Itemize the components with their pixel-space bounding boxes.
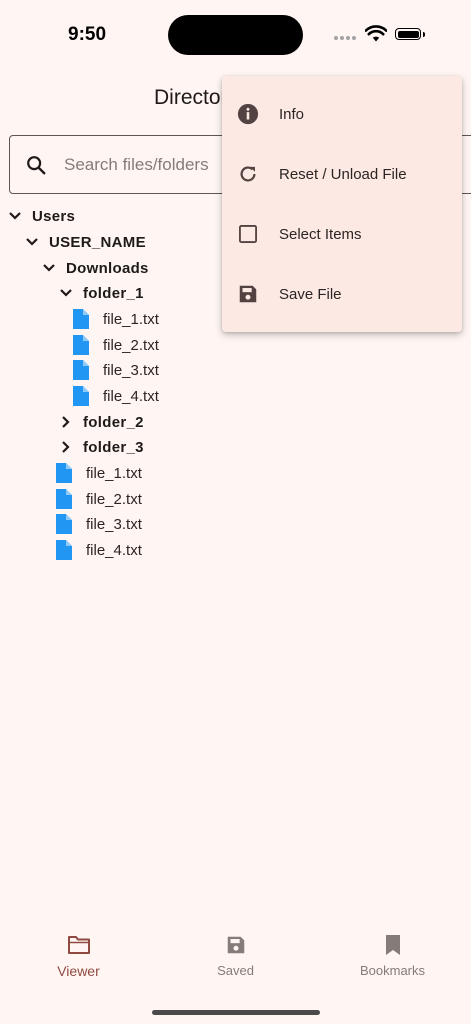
status-time: 9:50 bbox=[68, 24, 107, 45]
tree-file-label: file_4.txt bbox=[86, 541, 142, 559]
tree-file[interactable]: file_2.txt bbox=[55, 486, 142, 512]
tree-file-label: file_2.txt bbox=[86, 490, 142, 508]
menu-item-info[interactable]: Info bbox=[222, 84, 462, 144]
file-icon bbox=[56, 489, 72, 509]
tree-file[interactable]: file_4.txt bbox=[72, 383, 159, 409]
tree-file[interactable]: file_3.txt bbox=[55, 511, 142, 537]
menu-item-reset-unload[interactable]: Reset / Unload File bbox=[222, 144, 462, 204]
nav-item-label: Saved bbox=[217, 963, 254, 978]
info-icon bbox=[236, 102, 260, 126]
chevron-right-icon[interactable] bbox=[58, 414, 74, 430]
bottom-navigation: Viewer Saved Bookmarks bbox=[0, 920, 471, 1024]
tree-file-label: file_4.txt bbox=[103, 387, 159, 405]
status-bar: 9:50 bbox=[0, 0, 471, 70]
nav-item-bookmarks[interactable]: Bookmarks bbox=[314, 934, 471, 978]
tree-file-label: file_1.txt bbox=[103, 310, 159, 328]
tree-file-label: file_3.txt bbox=[103, 361, 159, 379]
tree-file[interactable]: file_2.txt bbox=[72, 332, 159, 358]
search-icon bbox=[27, 156, 46, 175]
file-icon bbox=[73, 360, 89, 380]
chevron-down-icon[interactable] bbox=[58, 285, 74, 301]
tree-folder-users[interactable]: Users bbox=[7, 203, 75, 229]
cellular-signal-icon bbox=[334, 36, 358, 42]
nav-item-label: Bookmarks bbox=[359, 963, 426, 978]
chevron-down-icon[interactable] bbox=[24, 234, 40, 250]
tree-file-label: file_2.txt bbox=[103, 336, 159, 354]
file-icon bbox=[56, 514, 72, 534]
tree-folder-label: folder_3 bbox=[83, 438, 144, 456]
battery-icon bbox=[395, 28, 421, 40]
options-menu: Info Reset / Unload File Select Items Sa… bbox=[222, 76, 462, 332]
tree-folder-folder-3[interactable]: folder_3 bbox=[58, 434, 144, 460]
file-icon bbox=[73, 309, 89, 329]
menu-item-label: Select Items bbox=[279, 225, 362, 243]
tree-folder-user-name[interactable]: USER_NAME bbox=[24, 229, 146, 255]
file-icon bbox=[73, 335, 89, 355]
tree-file-label: file_1.txt bbox=[86, 464, 142, 482]
chevron-down-icon[interactable] bbox=[41, 260, 57, 276]
tree-file[interactable]: file_1.txt bbox=[55, 460, 142, 486]
tree-folder-label: folder_1 bbox=[83, 284, 144, 302]
tree-folder-label: Downloads bbox=[66, 259, 149, 277]
bookmark-icon bbox=[385, 935, 400, 955]
file-icon bbox=[73, 386, 89, 406]
tree-file[interactable]: file_1.txt bbox=[72, 306, 159, 332]
home-indicator bbox=[152, 1010, 320, 1015]
menu-item-label: Reset / Unload File bbox=[279, 165, 407, 183]
file-icon bbox=[56, 540, 72, 560]
folder-icon bbox=[67, 936, 90, 954]
tree-folder-folder-1[interactable]: folder_1 bbox=[58, 280, 144, 306]
menu-item-save-file[interactable]: Save File bbox=[222, 264, 462, 324]
chevron-down-icon[interactable] bbox=[7, 208, 23, 224]
tree-folder-label: USER_NAME bbox=[49, 233, 146, 251]
tree-folder-label: folder_2 bbox=[83, 413, 144, 431]
nav-item-label: Viewer bbox=[57, 963, 100, 979]
tree-folder-downloads[interactable]: Downloads bbox=[41, 255, 149, 281]
nav-item-saved[interactable]: Saved bbox=[157, 934, 314, 978]
refresh-icon bbox=[236, 162, 260, 186]
dynamic-island bbox=[168, 15, 303, 55]
tree-folder-label: Users bbox=[32, 207, 76, 225]
tree-file[interactable]: file_4.txt bbox=[55, 537, 142, 563]
menu-item-label: Info bbox=[279, 105, 305, 123]
tree-folder-folder-2[interactable]: folder_2 bbox=[58, 409, 144, 435]
tree-file-label: file_3.txt bbox=[86, 515, 142, 533]
wifi-icon bbox=[365, 25, 387, 42]
battery-cap bbox=[423, 32, 425, 37]
save-icon bbox=[236, 282, 260, 306]
tree-file[interactable]: file_3.txt bbox=[72, 357, 159, 383]
chevron-right-icon[interactable] bbox=[58, 439, 74, 455]
menu-item-label: Save File bbox=[279, 285, 342, 303]
nav-item-viewer[interactable]: Viewer bbox=[0, 934, 157, 979]
save-icon bbox=[227, 936, 244, 954]
menu-item-select-items[interactable]: Select Items bbox=[222, 204, 462, 264]
checkbox-icon bbox=[236, 222, 260, 246]
file-icon bbox=[56, 463, 72, 483]
